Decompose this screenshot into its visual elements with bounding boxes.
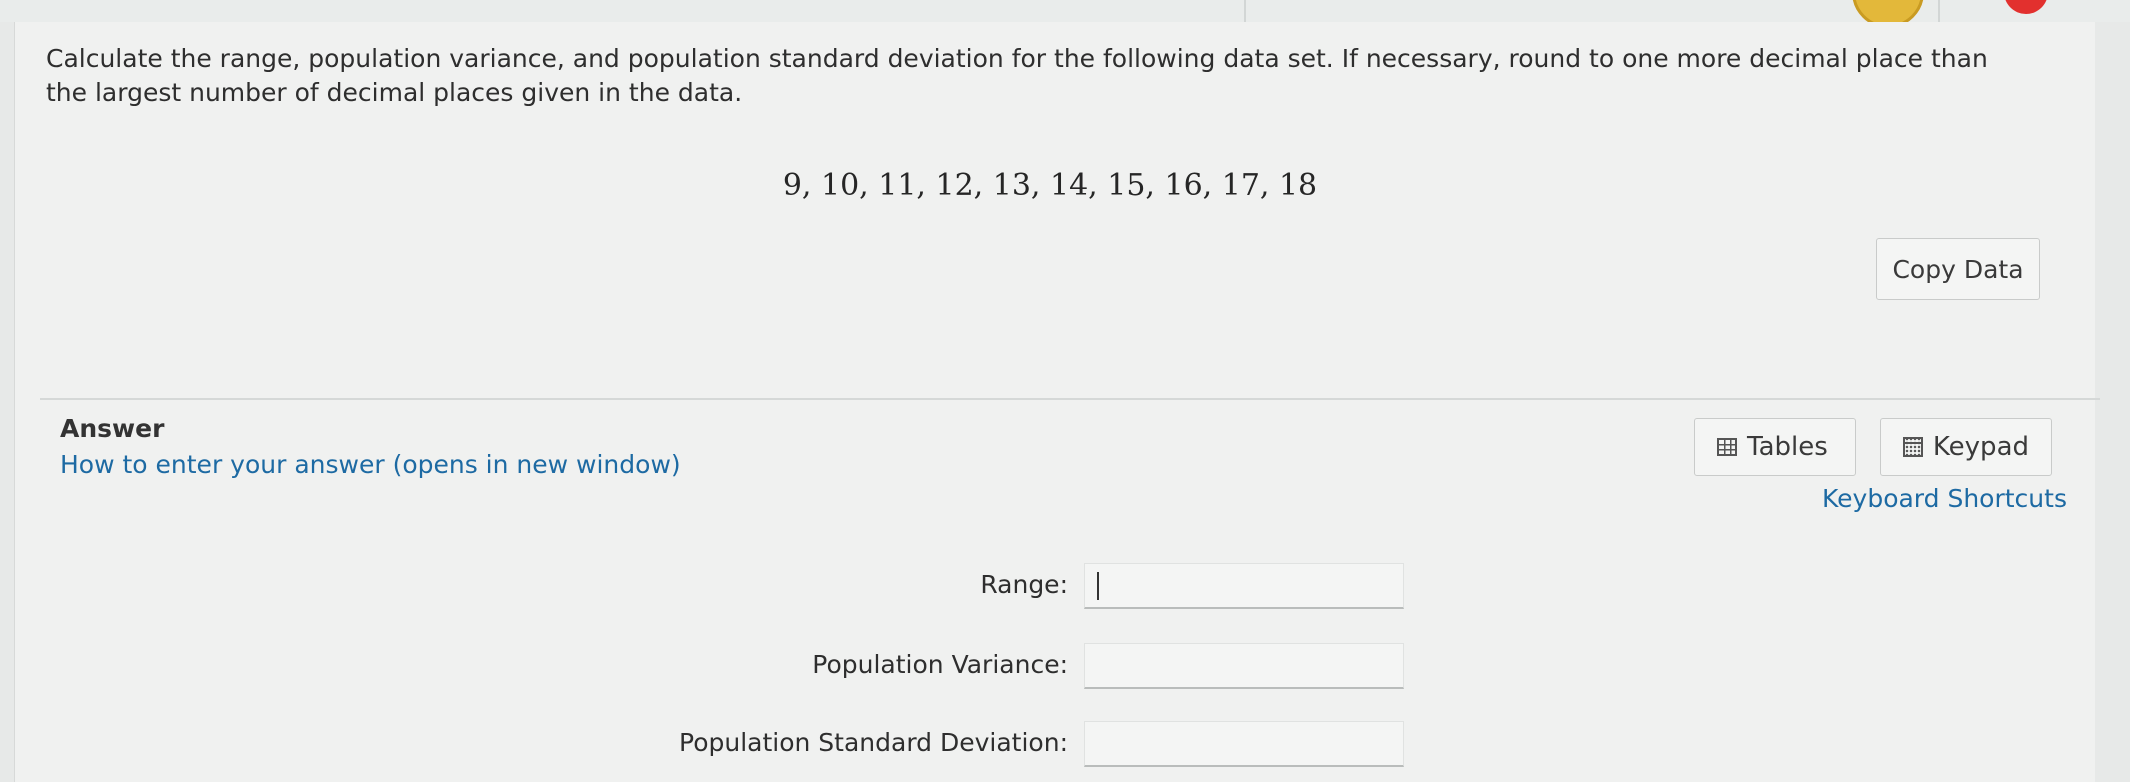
population-variance-label: Population Variance: [812,650,1068,679]
range-label: Range: [980,570,1068,599]
answer-heading: Answer [60,414,165,443]
population-standard-deviation-label: Population Standard Deviation: [679,728,1068,757]
top-bar-divider [1244,0,1246,22]
range-input[interactable] [1084,563,1404,609]
keyboard-shortcuts-link[interactable]: Keyboard Shortcuts [1822,484,2067,513]
population-standard-deviation-input[interactable] [1084,721,1404,767]
table-grid-icon [1717,438,1737,456]
keypad-button[interactable]: Keypad [1880,418,2052,476]
tables-button[interactable]: Tables [1694,418,1856,476]
text-caret [1097,572,1099,600]
population-variance-input[interactable] [1084,643,1404,689]
data-set: 9, 10, 11, 12, 13, 14, 15, 16, 17, 18 [782,168,1318,203]
top-bar [0,0,2130,22]
keypad-button-label: Keypad [1932,432,2029,462]
tables-button-label: Tables [1747,432,1828,462]
calculator-keypad-icon [1903,437,1923,457]
copy-data-button[interactable]: Copy Data [1876,238,2040,300]
top-bar-divider [1938,0,1940,22]
how-to-enter-answer-link[interactable]: How to enter your answer (opens in new w… [60,450,681,479]
question-prompt: Calculate the range, population variance… [46,44,1988,107]
section-divider [40,398,2100,400]
